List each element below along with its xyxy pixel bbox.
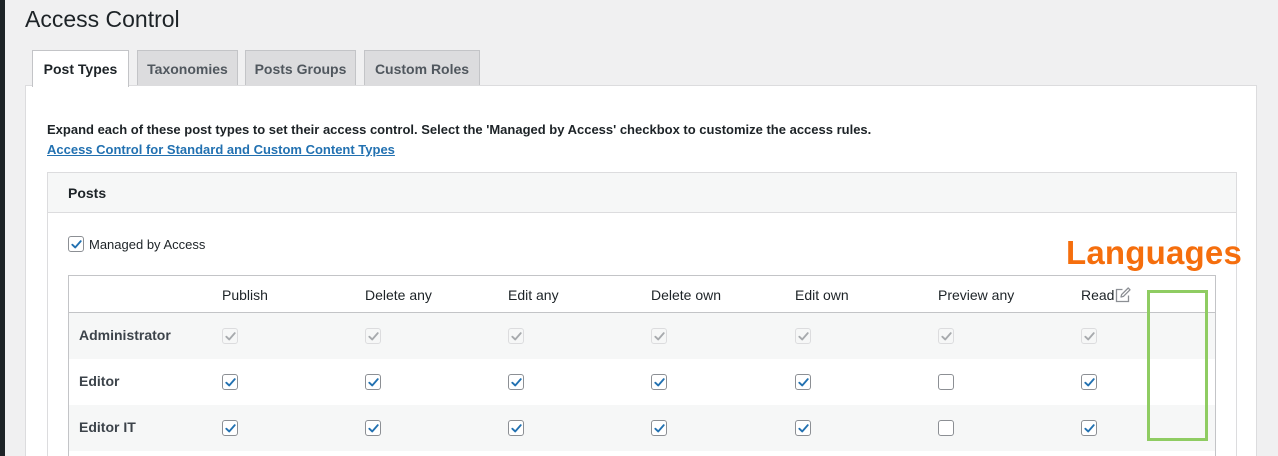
column-header: Edit any: [508, 287, 559, 303]
permission-checkbox: [795, 328, 811, 344]
permission-checkbox[interactable]: [222, 420, 238, 436]
table-header: Publish Delete any Edit any Delete own E…: [69, 276, 1215, 313]
permission-checkbox[interactable]: [938, 420, 954, 436]
permission-checkbox[interactable]: [508, 374, 524, 390]
admin-sidebar-edge: [0, 0, 5, 456]
permission-checkbox: [222, 328, 238, 344]
column-header: Read: [1081, 287, 1115, 303]
tab-post-types[interactable]: Post Types: [32, 50, 129, 87]
column-header: Edit own: [795, 287, 849, 303]
permission-checkbox: [365, 328, 381, 344]
column-header: Delete own: [651, 287, 722, 303]
column-header: Delete any: [365, 287, 432, 303]
table-row: Editor IT: [69, 405, 1215, 451]
permissions-table: Publish Delete any Edit any Delete own E…: [68, 275, 1216, 456]
docs-link[interactable]: Access Control for Standard and Custom C…: [47, 142, 395, 157]
permission-checkbox: [1081, 328, 1097, 344]
tab-posts-groups[interactable]: Posts Groups: [245, 50, 356, 86]
role-name: Administrator: [79, 327, 171, 343]
permission-checkbox[interactable]: [1081, 420, 1097, 436]
edit-icon[interactable]: [1114, 286, 1132, 304]
permission-checkbox[interactable]: [365, 420, 381, 436]
permission-checkbox[interactable]: [365, 374, 381, 390]
permission-checkbox[interactable]: [508, 420, 524, 436]
permission-checkbox: [508, 328, 524, 344]
permission-checkbox[interactable]: [222, 374, 238, 390]
tab-custom-roles[interactable]: Custom Roles: [364, 50, 480, 86]
column-header: Publish: [222, 287, 268, 303]
table-row: Administrator: [69, 313, 1215, 359]
managed-checkbox[interactable]: [68, 236, 84, 252]
permission-checkbox[interactable]: [651, 420, 667, 436]
permission-checkbox[interactable]: [795, 420, 811, 436]
post-type-box-posts: Posts Managed by Access Publish Delete a…: [47, 172, 1237, 456]
permission-checkbox[interactable]: [795, 374, 811, 390]
role-name: Editor IT: [79, 419, 136, 435]
role-name: Editor: [79, 373, 120, 389]
box-title[interactable]: Posts: [48, 173, 1236, 213]
table-row: Editor: [69, 359, 1215, 405]
managed-label: Managed by Access: [89, 236, 206, 252]
languages-column-highlight: [1147, 290, 1208, 441]
tab-taxonomies[interactable]: Taxonomies: [137, 50, 238, 86]
page-title: Access Control: [25, 6, 180, 32]
permission-checkbox[interactable]: [651, 374, 667, 390]
intro-text: Expand each of these post types to set t…: [47, 122, 872, 137]
column-header: Preview any: [938, 287, 1015, 303]
permission-checkbox[interactable]: [1081, 374, 1097, 390]
managed-by-access[interactable]: Managed by Access: [68, 236, 205, 252]
languages-annotation: Languages: [1066, 234, 1243, 271]
permission-checkbox[interactable]: [938, 374, 954, 390]
permission-checkbox: [938, 328, 954, 344]
permission-checkbox: [651, 328, 667, 344]
